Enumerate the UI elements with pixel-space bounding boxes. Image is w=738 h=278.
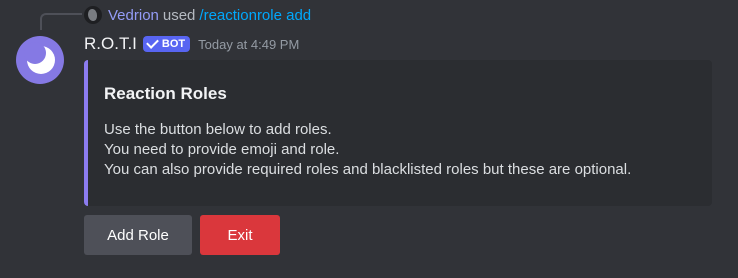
add-role-button[interactable]: Add Role bbox=[84, 215, 192, 255]
reply-connector bbox=[40, 13, 82, 30]
action-row: Add Role Exit bbox=[84, 215, 280, 255]
embed-description-line: Use the button below to add roles. bbox=[104, 121, 332, 138]
message-header: R.O.T.I BOT Today at 4:49 PM bbox=[84, 32, 299, 56]
command-link[interactable]: /reactionrole add bbox=[199, 7, 311, 24]
chat-message-area: Vedrion used /reactionrole add R.O.T.I B… bbox=[0, 0, 738, 278]
avatar-moon-cutout bbox=[24, 42, 46, 64]
embed-description-line: You need to provide emoji and role. bbox=[104, 141, 340, 158]
reply-action-text: used bbox=[162, 6, 196, 24]
embed-description-line: You can also provide required roles and … bbox=[104, 161, 632, 178]
reply-username[interactable]: Vedrion bbox=[108, 7, 159, 24]
exit-button[interactable]: Exit bbox=[200, 215, 280, 255]
embed-card: Reaction Roles Use the button below to a… bbox=[84, 60, 712, 206]
bot-avatar[interactable] bbox=[16, 36, 64, 84]
command-usage-line[interactable]: Vedrion used /reactionrole add bbox=[84, 4, 311, 26]
verified-check-icon bbox=[146, 36, 159, 49]
author-username[interactable]: R.O.T.I bbox=[84, 34, 137, 54]
embed-title: Reaction Roles bbox=[104, 84, 227, 103]
message-timestamp[interactable]: Today at 4:49 PM bbox=[198, 37, 299, 52]
bot-badge-label: BOT bbox=[161, 38, 186, 50]
bot-badge: BOT bbox=[142, 36, 191, 52]
reply-user-avatar[interactable] bbox=[84, 6, 102, 24]
